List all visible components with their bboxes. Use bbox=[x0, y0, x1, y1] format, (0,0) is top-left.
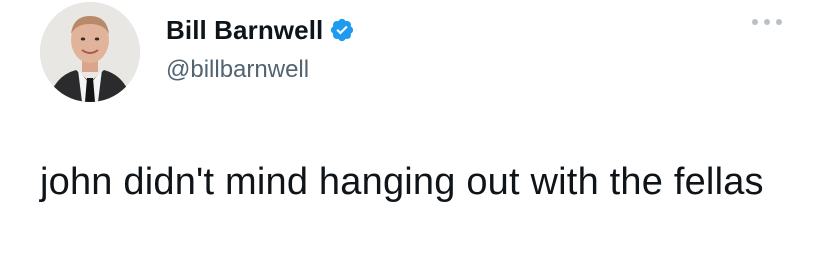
author-name-row: Bill Barnwell bbox=[166, 14, 355, 46]
tweet-text: john didn't mind hanging out with the fe… bbox=[40, 161, 764, 203]
menu-dot bbox=[752, 19, 758, 25]
profile-photo-icon bbox=[40, 2, 140, 102]
tweet-card: Bill Barnwell @billbarnwell john didn't … bbox=[0, 0, 828, 275]
author-display-name[interactable]: Bill Barnwell bbox=[166, 15, 323, 46]
more-options-icon[interactable] bbox=[752, 12, 782, 32]
menu-dot bbox=[764, 19, 770, 25]
verified-badge-icon bbox=[329, 17, 355, 43]
author-handle[interactable]: @billbarnwell bbox=[166, 56, 309, 84]
author-avatar[interactable] bbox=[40, 2, 140, 102]
menu-dot bbox=[776, 19, 782, 25]
